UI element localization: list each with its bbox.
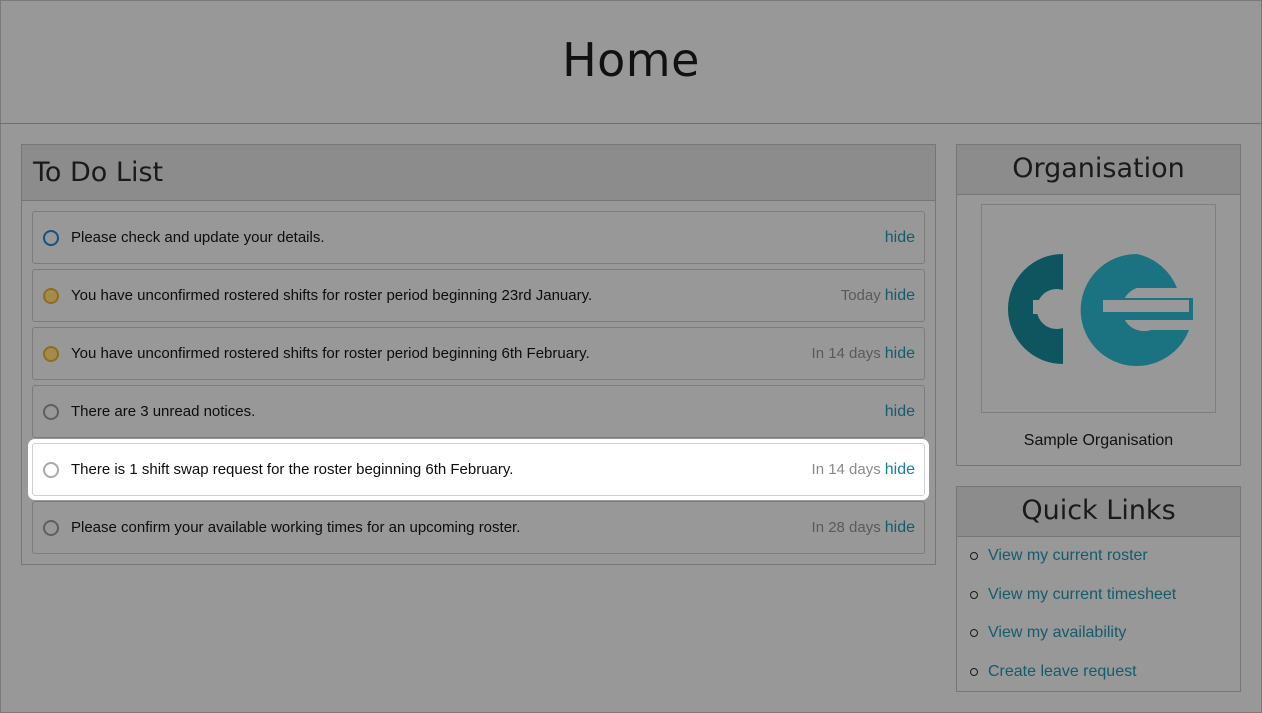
quick-links-panel: Quick Links View my current roster View … (956, 486, 1241, 692)
quick-link-availability[interactable]: View my availability (988, 624, 1126, 642)
page-title: Home (562, 32, 700, 87)
todo-panel: To Do List Please check and update your … (21, 144, 936, 565)
hide-link[interactable]: hide (885, 519, 915, 537)
todo-item[interactable]: Please check and update your details. hi… (32, 211, 925, 264)
quick-link-item: Create leave request (970, 661, 1137, 683)
todo-item-text: You have unconfirmed rostered shifts for… (71, 287, 593, 304)
ce-logo-icon (1007, 253, 1193, 366)
status-circle-icon (43, 229, 59, 246)
status-circle-icon (43, 461, 59, 478)
todo-item-highlighted[interactable]: There is 1 shift swap request for the ro… (32, 443, 925, 496)
hide-link[interactable]: hide (885, 403, 915, 421)
organisation-panel-title: Organisation (957, 145, 1240, 195)
hide-link[interactable]: hide (885, 461, 915, 479)
quick-link-item: View my current timesheet (970, 584, 1176, 606)
todo-item-text: There is 1 shift swap request for the ro… (71, 461, 514, 478)
todo-item[interactable]: There are 3 unread notices. hide (32, 385, 925, 438)
todo-item[interactable]: Please confirm your available working ti… (32, 501, 925, 554)
status-circle-icon (43, 287, 59, 304)
page-header: Home (0, 0, 1262, 124)
bullet-icon (970, 552, 978, 560)
todo-item-text: You have unconfirmed rostered shifts for… (71, 345, 590, 362)
todo-panel-title: To Do List (22, 145, 935, 201)
hide-link[interactable]: hide (885, 287, 915, 305)
organisation-panel: Organisation Sample Organisation (956, 144, 1241, 466)
hide-link[interactable]: hide (885, 229, 915, 247)
quick-link-current-roster[interactable]: View my current roster (988, 547, 1148, 565)
hide-link[interactable]: hide (885, 345, 915, 363)
bullet-icon (970, 629, 978, 637)
todo-item-due: In 14 days (811, 345, 881, 362)
todo-item[interactable]: You have unconfirmed rostered shifts for… (32, 327, 925, 380)
quick-link-create-leave-request[interactable]: Create leave request (988, 663, 1137, 681)
todo-item[interactable]: You have unconfirmed rostered shifts for… (32, 269, 925, 322)
quick-link-item: View my current roster (970, 545, 1148, 567)
quick-link-current-timesheet[interactable]: View my current timesheet (988, 586, 1176, 604)
status-circle-icon (43, 519, 59, 536)
status-circle-icon (43, 345, 59, 362)
quick-links-panel-title: Quick Links (957, 487, 1240, 537)
todo-item-due: Today (840, 287, 881, 304)
status-circle-icon (43, 403, 59, 420)
todo-item-text: Please confirm your available working ti… (71, 519, 521, 536)
bullet-icon (970, 668, 978, 676)
quick-link-item: View my availability (970, 622, 1126, 644)
todo-item-text: Please check and update your details. (71, 229, 325, 246)
todo-item-text: There are 3 unread notices. (71, 403, 256, 420)
bullet-icon (970, 591, 978, 599)
todo-item-due: In 14 days (811, 461, 881, 478)
todo-item-due: In 28 days (811, 519, 881, 536)
organisation-name: Sample Organisation (1023, 432, 1174, 449)
organisation-logo (981, 204, 1216, 413)
